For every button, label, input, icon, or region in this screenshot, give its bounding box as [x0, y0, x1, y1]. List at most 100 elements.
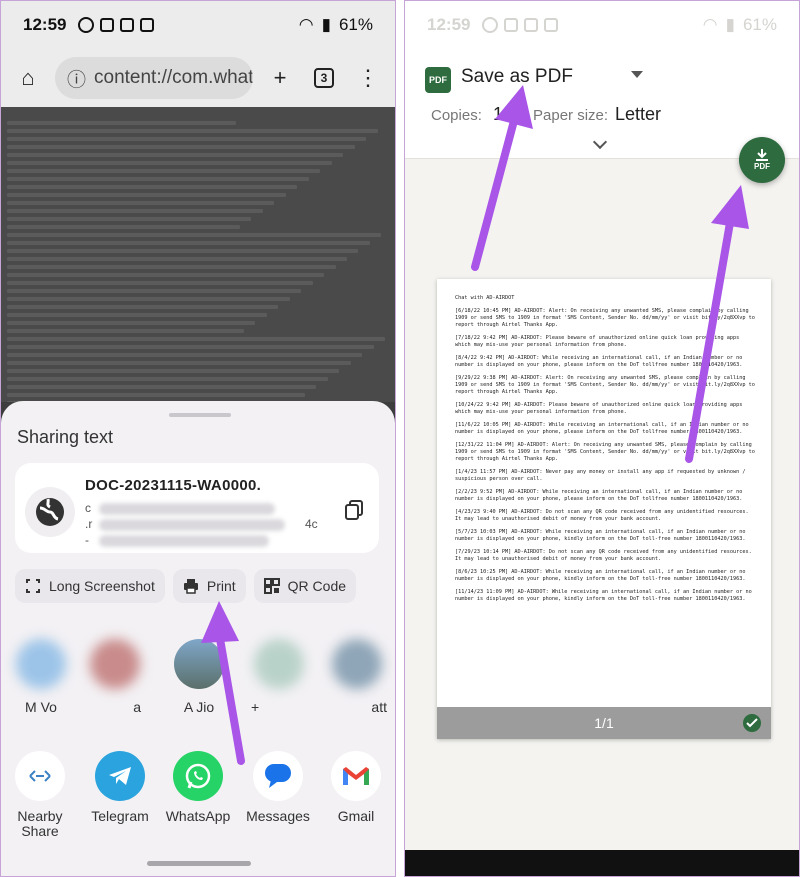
screenshot-icon [25, 578, 41, 594]
printer-icon [183, 578, 199, 594]
page-text-line: [6/18/22 10:45 PM] AD-AIRDOT: Alert: On … [455, 308, 758, 328]
document-line [7, 121, 237, 125]
status-time: 12:59 [23, 15, 67, 34]
document-line [7, 225, 241, 229]
document-line [7, 345, 374, 349]
document-line [7, 281, 313, 285]
notification-icon [120, 18, 135, 32]
page-text-line: [7/29/23 10:14 PM] AD-AIRDOT: Do not sca… [455, 549, 755, 562]
info-icon[interactable]: ⓘ [67, 65, 86, 92]
download-icon [756, 149, 768, 161]
page-selected-check-icon[interactable] [743, 714, 761, 732]
document-line [7, 161, 332, 165]
document-line [7, 249, 359, 253]
app-nearby-share[interactable]: Nearby Share [5, 751, 75, 838]
contact-item[interactable]: + [249, 639, 309, 715]
document-line [7, 153, 344, 157]
notification-icon [78, 17, 95, 33]
right-phone-screen: 12:59 ◠ ▮ 61% PDF Save as PDF Copies: 1 … [404, 0, 800, 877]
more-menu-icon[interactable]: ⋮ [351, 61, 385, 95]
page-text-line: [10/24/22 9:42 PM] AD-AIRDOT: Please bew… [455, 402, 746, 415]
contact-item[interactable]: att [327, 639, 387, 715]
print-preview-page[interactable]: Chat with AD-AIRDOT [6/18/22 10:45 PM] AD… [437, 279, 771, 739]
status-time: 12:59 [427, 15, 471, 34]
avatar [332, 639, 382, 689]
document-line [7, 177, 309, 181]
document-line [7, 361, 351, 365]
paper-size-label: Paper size: [533, 107, 609, 124]
page-text-line: [5/7/23 10:03 PM] AD-AIRDOT: While recei… [455, 529, 749, 542]
paper-size-value[interactable]: Letter [615, 104, 661, 125]
app-whatsapp[interactable]: WhatsApp [163, 751, 233, 824]
avatar [16, 639, 66, 689]
shared-file-card: DOC-20231115-WA0000. c .r 4c - [15, 463, 379, 553]
tab-switcher-button[interactable]: 3 [307, 61, 341, 95]
contact-item[interactable]: a [85, 639, 145, 715]
pdf-printer-icon: PDF [425, 67, 451, 93]
gmail-icon [331, 751, 381, 801]
download-pdf-button[interactable]: PDF [739, 137, 785, 183]
navigation-bar [405, 850, 799, 876]
page-text-line: Chat with AD-AIRDOT [455, 295, 515, 301]
blurred-text [99, 503, 275, 515]
document-line [7, 193, 286, 197]
document-line [7, 385, 317, 389]
file-name: DOC-20231115-WA0000. [85, 477, 262, 494]
notification-icon [544, 18, 559, 32]
tab-count: 3 [314, 68, 334, 88]
status-bar: 12:59 ◠ ▮ 61% [1, 1, 395, 49]
copy-icon[interactable] [343, 499, 365, 521]
document-line [7, 321, 256, 325]
document-line [7, 129, 378, 133]
blurred-text [99, 519, 285, 531]
page-content: Chat with AD-AIRDOT [6/18/22 10:45 PM] AD… [455, 295, 757, 609]
gesture-navigation-bar[interactable] [147, 861, 251, 866]
contact-item[interactable]: A Jio [169, 639, 229, 715]
notification-icon [100, 18, 115, 32]
blurred-text-fragment: - [85, 533, 89, 547]
share-apps: Nearby Share Telegram WhatsApp Messages … [1, 751, 395, 851]
document-line [7, 145, 355, 149]
document-line [7, 241, 370, 245]
long-screenshot-button[interactable]: Long Screenshot [15, 569, 165, 603]
dropdown-arrow-icon[interactable] [631, 71, 643, 78]
nearby-share-icon [15, 751, 65, 801]
document-line [7, 201, 275, 205]
document-line [7, 329, 244, 333]
globe-icon [25, 487, 75, 537]
expand-options-icon[interactable] [592, 134, 608, 150]
document-line [7, 137, 367, 141]
home-icon[interactable]: ⌂ [11, 61, 45, 95]
document-line [7, 369, 340, 373]
qr-code-button[interactable]: QR Code [253, 569, 357, 603]
new-tab-icon[interactable]: + [263, 61, 297, 95]
notification-icon [504, 18, 519, 32]
page-text-line: [8/6/23 10:25 PM] AD-AIRDOT: While recei… [455, 569, 749, 582]
contact-item[interactable]: M Vo [11, 639, 71, 715]
avatar [254, 639, 304, 689]
avatar [174, 639, 224, 689]
page-text-line: [4/23/23 9:40 PM] AD-AIRDOT: Do not scan… [455, 509, 752, 522]
battery-icon: ▮ [321, 15, 331, 34]
document-line [7, 353, 363, 357]
status-bar: 12:59 ◠ ▮ 61% [405, 1, 799, 49]
blurred-text-fragment: c [85, 501, 91, 515]
app-gmail[interactable]: Gmail [321, 751, 391, 824]
document-line [7, 289, 302, 293]
app-telegram[interactable]: Telegram [85, 751, 155, 824]
copies-value[interactable]: 1 [493, 104, 503, 125]
sheet-title: Sharing text [17, 427, 114, 447]
print-options-panel: PDF Save as PDF Copies: 1 Paper size: Le… [405, 49, 799, 159]
sheet-handle[interactable] [169, 413, 231, 417]
document-line [7, 185, 298, 189]
app-messages[interactable]: Messages [243, 751, 313, 824]
document-background [1, 107, 395, 402]
printer-select[interactable]: Save as PDF [461, 66, 573, 88]
messages-icon [253, 751, 303, 801]
document-line [7, 265, 336, 269]
page-text-line: [12/31/22 11:04 PM] AD-AIRDOT: Alert: On… [455, 442, 758, 462]
print-button[interactable]: Print [172, 569, 246, 603]
document-line [7, 273, 325, 277]
address-bar[interactable]: ⓘ content://com.whatsapp [55, 57, 253, 99]
document-line [7, 297, 290, 301]
